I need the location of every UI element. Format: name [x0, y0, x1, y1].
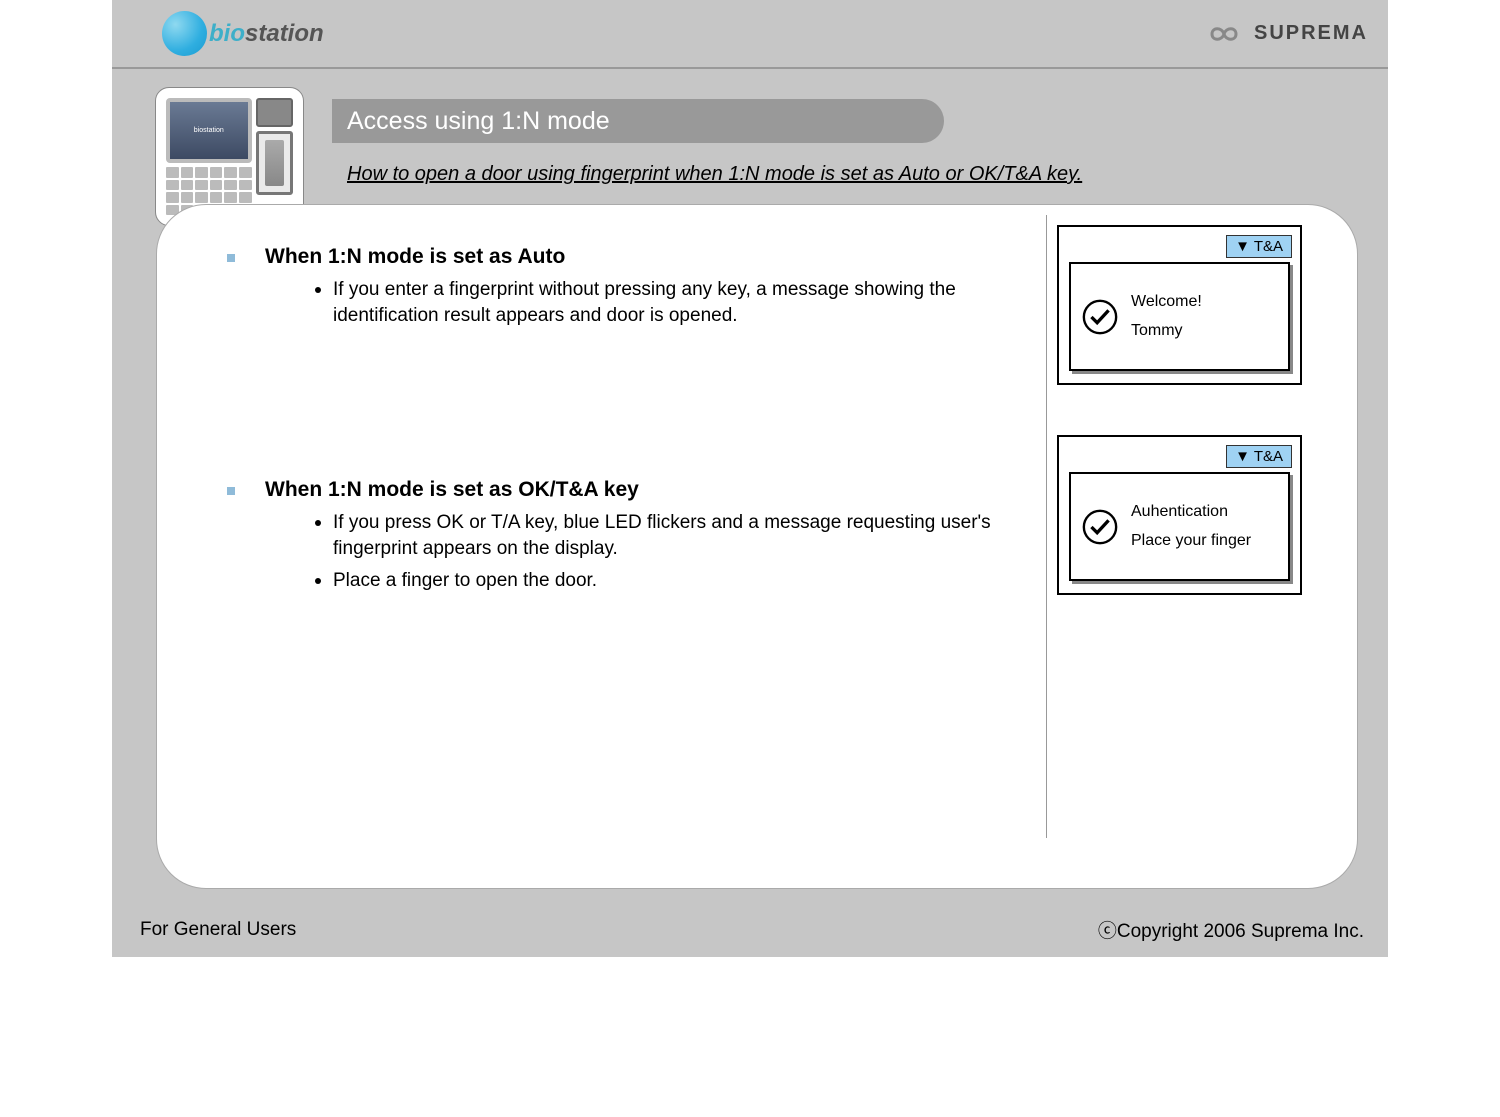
list-item-text: Place a finger to open the door. [333, 568, 597, 594]
biostation-swirl-icon [162, 11, 207, 56]
logo-suprema-text: SUPREMA [1254, 22, 1368, 45]
check-circle-icon [1081, 508, 1119, 546]
mockup-welcome: ▼ T&A Welcome! Tommy [1057, 225, 1302, 385]
footer-left: For General Users [140, 919, 296, 941]
mockup-line2: Place your finger [1131, 527, 1251, 556]
logo-biostation-text: biostation [209, 20, 324, 48]
dot-bullet-icon [315, 520, 321, 526]
content-panel: When 1:N mode is set as Auto If you ente… [156, 204, 1358, 889]
mockup-line1: Welcome! [1131, 288, 1202, 317]
slide: biostation SUPREMA biostation [112, 0, 1388, 957]
section-heading: When 1:N mode is set as OK/T&A key [265, 478, 639, 502]
square-bullet-icon [227, 254, 235, 262]
ta-badge: ▼ T&A [1226, 235, 1292, 258]
logo-suprema: SUPREMA [1200, 19, 1368, 49]
suprema-infinity-icon [1200, 19, 1248, 49]
dot-bullet-icon [315, 287, 321, 293]
mockup-auth: ▼ T&A Auhentication Place your finger [1057, 435, 1302, 595]
page-subtitle: How to open a door using fingerprint whe… [347, 163, 1082, 186]
list-item: If you enter a fingerprint without press… [315, 277, 1027, 328]
mockup-line2: Tommy [1131, 317, 1202, 346]
vertical-divider [1046, 215, 1047, 838]
list-item: Place a finger to open the door. [315, 568, 1027, 594]
device-screen-icon: biostation [166, 98, 252, 163]
list-item: If you press OK or T/A key, blue LED fli… [315, 510, 1027, 561]
footer-right: ⓒCopyright 2006 Suprema Inc. [1098, 916, 1364, 943]
square-bullet-icon [227, 487, 235, 495]
list-item-text: If you press OK or T/A key, blue LED fli… [333, 510, 1027, 561]
header: biostation SUPREMA [112, 0, 1388, 69]
footer: For General Users ⓒCopyright 2006 Suprem… [112, 902, 1388, 957]
section-heading: When 1:N mode is set as Auto [265, 245, 565, 269]
check-circle-icon [1081, 298, 1119, 336]
page-title: Access using 1:N mode [332, 99, 944, 143]
device-speaker-icon [256, 98, 293, 127]
dot-bullet-icon [315, 578, 321, 584]
content-area: biostation Access using 1 [112, 69, 1388, 889]
list-item-text: If you enter a fingerprint without press… [333, 277, 1027, 328]
screen-mockups: ▼ T&A Welcome! Tommy [1057, 225, 1302, 595]
device-fingerprint-icon [256, 131, 293, 195]
logo-biostation: biostation [162, 11, 324, 56]
ta-badge: ▼ T&A [1226, 445, 1292, 468]
mockup-line1: Auhentication [1131, 498, 1251, 527]
